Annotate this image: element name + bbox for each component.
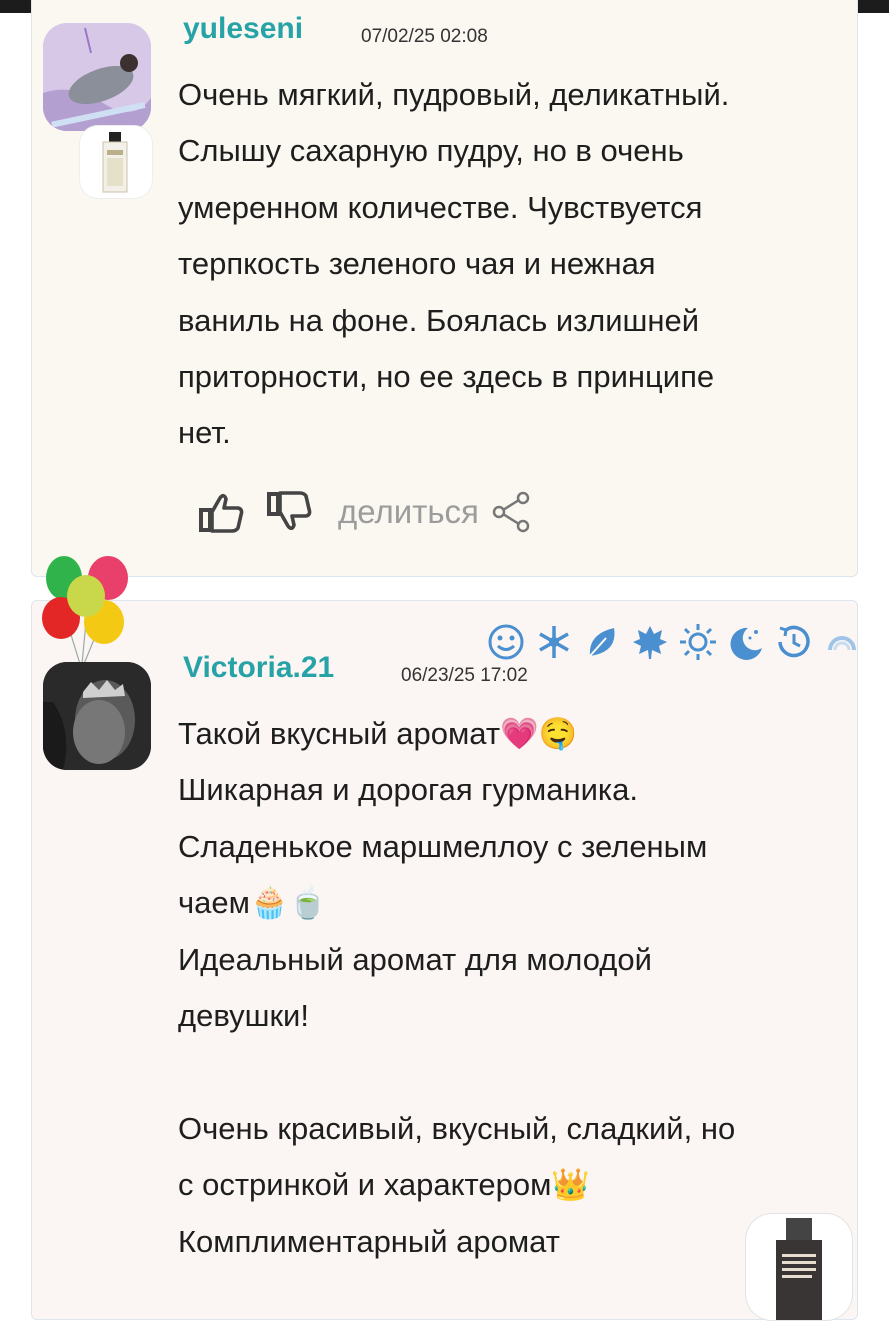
thumbs-up-icon[interactable] (198, 490, 246, 534)
maple-leaf-icon[interactable] (630, 622, 670, 662)
perfume-thumbnail[interactable] (80, 126, 152, 198)
thumbs-down-icon[interactable] (266, 490, 314, 534)
avatar-photo (43, 662, 151, 770)
perfume-thumbnail[interactable] (746, 1214, 852, 1320)
review-actions: делиться (198, 488, 531, 536)
user-avatar[interactable] (43, 23, 151, 131)
sun-icon[interactable] (678, 622, 718, 662)
perfume-bottle-icon (102, 132, 128, 193)
username[interactable]: Victoria.21 (183, 651, 334, 685)
post-date: 06/23/25 17:02 (401, 665, 528, 686)
leaf-icon[interactable] (582, 622, 622, 662)
user-avatar[interactable] (43, 662, 151, 770)
balloons-icon (36, 552, 136, 672)
review-text: Такой вкусный аромат💗🤤 Шикарная и дорога… (178, 716, 736, 1259)
clock-icon[interactable] (774, 622, 814, 662)
review-text: Очень мягкий, пудровый, деликатный. Слыш… (178, 77, 730, 451)
share-icon[interactable] (491, 490, 531, 534)
perfume-bottle-icon (776, 1218, 822, 1320)
username[interactable]: yuleseni (183, 12, 303, 46)
avatar-illustration (43, 23, 151, 131)
moon-stars-icon[interactable] (726, 622, 766, 662)
share-label[interactable]: делиться (338, 493, 479, 531)
snowflake-icon[interactable] (534, 622, 574, 662)
post-date: 07/02/25 02:08 (361, 26, 488, 47)
user-badges (486, 622, 862, 662)
smile-face-icon[interactable] (486, 622, 526, 662)
rainbow-icon[interactable] (822, 622, 862, 662)
